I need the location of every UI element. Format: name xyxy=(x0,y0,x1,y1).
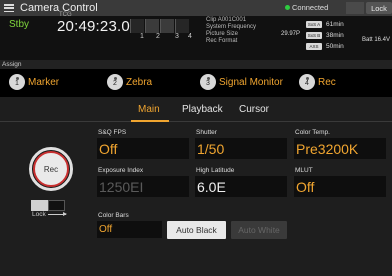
assign-button-2[interactable]: 2 Zebra xyxy=(107,74,152,90)
menu-icon[interactable] xyxy=(4,4,14,12)
auto-black-button[interactable]: Auto Black xyxy=(167,221,226,239)
connected-dot-icon xyxy=(285,5,290,10)
rec-button-label: Rec xyxy=(33,151,69,187)
assign-button-4[interactable]: 4 Rec xyxy=(299,74,336,90)
assign-button-3[interactable]: 3 Signal Monitor xyxy=(200,74,283,90)
assign-number-icon: 3 xyxy=(200,74,216,90)
media-slot-axs: AXS 50min xyxy=(306,43,344,50)
color-temp-label: Color Temp. xyxy=(295,129,330,136)
media-slot-a: SxS A 61min xyxy=(306,21,344,28)
mlut-field[interactable]: Off xyxy=(294,176,386,197)
shutter-label: Shutter xyxy=(196,129,217,136)
assign-number-icon: 2 xyxy=(107,74,123,90)
mlut-label: MLUT xyxy=(295,167,313,174)
system-frequency-label: System Frequency xyxy=(206,24,257,30)
lock-button[interactable]: Lock xyxy=(366,2,392,14)
high-latitude-field[interactable]: 6.0E xyxy=(195,176,287,197)
color-bars-field[interactable]: Off xyxy=(97,221,162,238)
meter-channel-1: 1 xyxy=(140,33,144,40)
assign-label: Assign xyxy=(2,61,22,68)
media-slot-b: SxS B 38min xyxy=(306,32,344,39)
connection-status: Connected xyxy=(285,3,328,12)
media-tag-icon: SxS A xyxy=(306,21,322,28)
tab-playback[interactable]: Playback xyxy=(182,104,223,115)
meter-channel-4: 4 xyxy=(188,33,192,40)
media-remaining: 50min xyxy=(326,43,344,50)
rec-lock-label: Lock xyxy=(32,211,46,218)
rec-format-label: Rec Format xyxy=(206,38,238,44)
title-bar-spacer xyxy=(346,2,364,14)
rec-lock-toggle[interactable] xyxy=(31,200,65,211)
camera-control-window: Camera Control Connected Lock Stby TCG 2… xyxy=(0,0,392,276)
exposure-index-label: Exposure Index xyxy=(98,167,144,174)
timecode-display: 20:49:23.04 xyxy=(57,18,139,35)
clip-name: A001C001 xyxy=(217,17,247,23)
assign-button-1[interactable]: 1 Marker xyxy=(9,74,59,90)
connection-status-label: Connected xyxy=(292,3,329,12)
assign-number-icon: 1 xyxy=(9,74,25,90)
rec-button[interactable]: Rec xyxy=(29,147,73,191)
picture-size-label: Picture Size xyxy=(206,31,239,37)
meter-channel-3: 3 xyxy=(175,33,179,40)
meter-channel-2: 2 xyxy=(156,33,160,40)
tab-divider xyxy=(0,121,392,122)
battery-status: Batt 16.4V xyxy=(362,37,391,43)
active-tab-indicator xyxy=(131,120,169,122)
auto-white-button: Auto White xyxy=(231,221,287,239)
lock-arrow-icon xyxy=(48,212,67,216)
media-tag-icon: SxS B xyxy=(306,32,322,39)
assign-label-zebra: Zebra xyxy=(126,76,153,88)
clip-info: Clip A001C001 System Frequency Picture S… xyxy=(206,17,256,45)
system-frequency-value: 29.97P xyxy=(281,31,301,37)
sq-fps-field[interactable]: Off xyxy=(97,138,189,159)
assign-number-icon: 4 xyxy=(299,74,315,90)
assign-bar: 1 Marker 2 Zebra 3 Signal Monitor 4 Rec xyxy=(0,69,392,97)
media-remaining: 38min xyxy=(326,32,344,39)
media-remaining: 61min xyxy=(326,21,344,28)
rec-state-label: Stby xyxy=(9,19,30,30)
tab-cursor[interactable]: Cursor xyxy=(239,104,269,115)
media-tag-icon: AXS xyxy=(306,43,322,50)
shutter-field[interactable]: 1/50 xyxy=(195,138,287,159)
assign-label-signal-monitor: Signal Monitor xyxy=(219,76,283,88)
color-bars-label: Color Bars xyxy=(98,212,129,219)
assign-label-rec: Rec xyxy=(318,76,336,88)
audio-level-meter: 1 2 3 4 xyxy=(130,19,194,41)
color-temp-field[interactable]: Pre3200K xyxy=(294,138,386,159)
exposure-index-field: 1250EI xyxy=(97,176,189,197)
clip-label: Clip xyxy=(206,17,217,23)
sq-fps-label: S&Q FPS xyxy=(98,129,127,136)
assign-label-marker: Marker xyxy=(28,76,60,88)
tab-main[interactable]: Main xyxy=(138,104,160,115)
high-latitude-label: High Latitude xyxy=(196,167,235,174)
